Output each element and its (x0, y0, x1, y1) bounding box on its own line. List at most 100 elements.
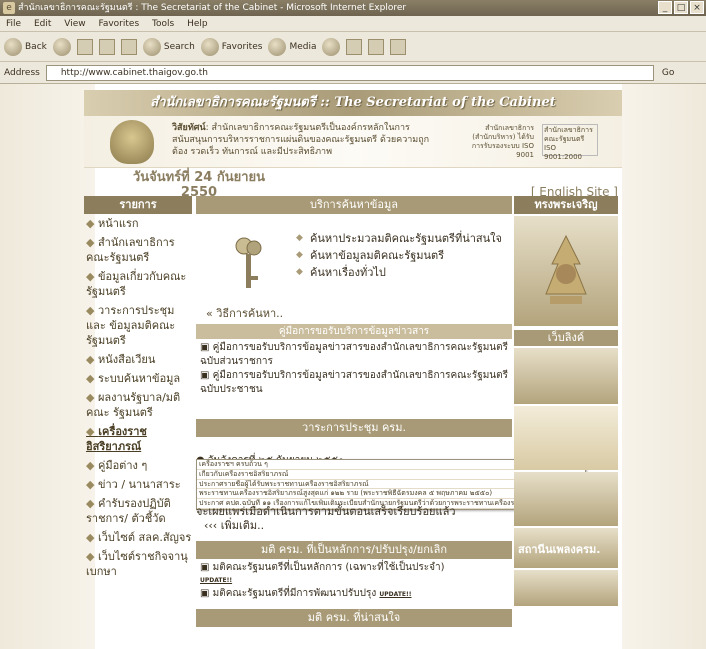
meeting-section: ● วันอังคารที่ ๒๕ กันยายน ๒๕๕๐ เครื่องรา… (196, 437, 586, 532)
interesting-resolutions-heading: มติ ครม. ที่น่าสนใจ (196, 609, 512, 627)
stop-button[interactable] (76, 38, 93, 55)
menu-view[interactable]: View (64, 19, 85, 29)
menu-edit[interactable]: Edit (34, 19, 51, 29)
emblem-icon (110, 120, 154, 164)
weblink-banner-5[interactable] (514, 570, 618, 606)
browser-toolbar: Back Search Favorites Media (0, 32, 706, 62)
search-link-general[interactable]: ค้นหาเรื่องทั่วไป (296, 264, 506, 281)
window-titlebar: e สำนักเลขาธิการคณะรัฐมนตรี : The Secret… (0, 0, 706, 16)
print-icon (368, 38, 385, 55)
long-live-king-heading: ทรงพระเจริญ (514, 196, 618, 214)
url-text: http://www.cabinet.thaigov.go.th (60, 67, 208, 78)
resolutions-list: ▣ มติคณะรัฐมนตรีที่เป็นหลักการ (เฉพาะที่… (196, 559, 512, 603)
back-button[interactable]: Back (4, 37, 47, 56)
royal-emblem-image (514, 216, 618, 326)
ie-icon: e (3, 2, 15, 14)
menu-file[interactable]: File (6, 19, 21, 29)
window-buttons: _ □ × (658, 1, 704, 14)
left-navigation: รายการ ◆ หน้าแรก ◆ สำนักเลขาธิการคณะรัฐม… (84, 196, 192, 581)
address-label: Address (4, 67, 40, 78)
mail-icon (346, 38, 363, 55)
center-column: บริการค้นหาข้อมูล ค้นหาประมวลมติคณะรัฐมน… (196, 196, 586, 627)
search-links: ค้นหาประมวลมติคณะรัฐมนตรีที่น่าสนใจ ค้นห… (296, 230, 506, 281)
right-decoration (622, 84, 706, 649)
page-viewport: สำนักเลขาธิการคณะรัฐมนตรี :: The Secreta… (0, 84, 706, 649)
print-button[interactable] (368, 38, 385, 55)
mail-button[interactable] (346, 38, 363, 55)
search-button[interactable]: Search (142, 37, 195, 56)
media-button[interactable]: Media (268, 37, 317, 56)
vision-text: วิสัยทัศน์: สำนักเลขาธิการคณะรัฐมนตรีเป็… (172, 122, 432, 158)
page-content: สำนักเลขาธิการคณะรัฐมนตรี :: The Secreta… (84, 90, 622, 202)
favorites-button[interactable]: Favorites (200, 37, 263, 56)
menu-help[interactable]: Help (187, 19, 208, 29)
favorites-label: Favorites (221, 41, 263, 52)
vision-body: : สำนักเลขาธิการคณะรัฐมนตรีเป็นองค์กรหลั… (172, 123, 430, 157)
refresh-button[interactable] (98, 38, 115, 55)
nav-item-government-work[interactable]: ◆ ผลงานรัฐบาล/มติคณะ รัฐมนตรี (84, 388, 192, 422)
search-icon (142, 37, 161, 56)
minimize-button[interactable]: _ (658, 1, 672, 14)
nav-item-circulars[interactable]: ◆ หนังสือเวียน (84, 350, 192, 369)
weblink-banner-4[interactable]: สถานีนเพลงครม. (514, 528, 618, 568)
nav-item-royal-decorations[interactable]: ◆ เครื่องราชอิสริยาภรณ์ (84, 422, 192, 456)
refresh-icon (98, 38, 115, 55)
royal-emblem-icon (545, 234, 587, 304)
nav-item-cabinet-info[interactable]: ◆ ข้อมูลเกี่ยวกับคณะรัฐมนตรี (84, 267, 192, 301)
meeting-heading: วาระการประชุม ครม. (196, 419, 512, 437)
home-button[interactable] (120, 38, 137, 55)
star-icon (200, 37, 219, 56)
edit-button[interactable] (390, 38, 407, 55)
weblink-banner-3[interactable] (514, 472, 618, 526)
forward-arrow-icon (52, 37, 71, 56)
history-icon (322, 37, 341, 56)
weblink-heading: เว็บลิงค์ (514, 330, 618, 346)
history-button[interactable] (322, 37, 341, 56)
update-badge: UPDATE!! (379, 591, 412, 598)
guide-item-agency[interactable]: ▣ คู่มือการขอรับบริการข้อมูลข่าวสารของสำ… (200, 341, 508, 369)
nav-item-indicators[interactable]: ◆ คำรับรองปฏิบัติราชการ/ ตัวชี้วัด (84, 494, 192, 528)
service-heading: บริการค้นหาข้อมูล (196, 196, 512, 214)
left-decoration (0, 84, 95, 649)
search-services: ค้นหาประมวลมติคณะรัฐมนตรีที่น่าสนใจ ค้นห… (196, 214, 512, 324)
media-label: Media (289, 41, 317, 52)
home-icon (120, 38, 137, 55)
vision-label: วิสัยทัศน์ (172, 123, 206, 133)
nav-item-agenda[interactable]: ◆ วาระการประชุมและ ข้อมูลมติคณะรัฐมนตรี (84, 301, 192, 350)
nav-item-home[interactable]: ◆ หน้าแรก (84, 214, 192, 233)
nav-item-secretariat[interactable]: ◆ สำนักเลขาธิการคณะรัฐมนตรี (84, 233, 192, 267)
banner-label: สถานีนเพลงครม. (518, 543, 601, 556)
edit-icon (390, 38, 407, 55)
nav-item-mobile-site[interactable]: ◆ เว็บไซต์ สลค.สัญจร (84, 528, 192, 547)
resolutions-heading: มติ ครม. ที่เป็นหลักการ/ปรับปรุง/ยกเลิก (196, 541, 512, 559)
maximize-button[interactable]: □ (674, 1, 688, 14)
close-button[interactable]: × (690, 1, 704, 14)
search-link-resolutions[interactable]: ค้นหาข้อมูลมติคณะรัฐมนตรี (296, 247, 506, 264)
window-title: สำนักเลขาธิการคณะรัฐมนตรี : The Secretar… (18, 3, 407, 13)
resolution-item-improved[interactable]: ▣ มติคณะรัฐมนตรีที่มีการพัฒนาปรับปรุง UP… (200, 587, 508, 601)
nav-item-news[interactable]: ◆ ข่าว / นานาสาระ (84, 475, 192, 494)
menu-tools[interactable]: Tools (152, 19, 174, 29)
nav-item-gazette[interactable]: ◆ เว็บไซต์ราชกิจจานุเบกษา (84, 547, 192, 581)
more-link[interactable]: ‹‹‹ เพิ่มเติม.. (196, 519, 512, 533)
menu-bar: File Edit View Favorites Tools Help (0, 16, 706, 32)
nav-item-search-system[interactable]: ◆ ระบบค้นหาข้อมูล (84, 369, 192, 388)
forward-button[interactable] (52, 37, 71, 56)
right-column: ทรงพระเจริญ เว็บลิงค์ สถานีนเพลงครม. (514, 196, 618, 608)
menu-favorites[interactable]: Favorites (98, 19, 139, 29)
go-button[interactable]: Go (662, 68, 674, 78)
weblink-banner-1[interactable] (514, 348, 618, 404)
resolution-item-principle[interactable]: ▣ มติคณะรัฐมนตรีที่เป็นหลักการ (เฉพาะที่… (200, 561, 508, 574)
guide-list: ▣ คู่มือการขอรับบริการข้อมูลข่าวสารของสำ… (196, 339, 512, 419)
weblink-banner-2[interactable] (514, 406, 618, 470)
how-to-search-link[interactable]: « วิธีการค้นหา.. (206, 304, 283, 322)
back-label: Back (25, 41, 47, 52)
guide-item-public[interactable]: ▣ คู่มือการขอรับบริการข้อมูลข่าวสารของสำ… (200, 369, 508, 397)
nav-item-manuals[interactable]: ◆ คู่มือต่าง ๆ (84, 456, 192, 475)
search-link-resolutions-compilation[interactable]: ค้นหาประมวลมติคณะรัฐมนตรีที่น่าสนใจ (296, 230, 506, 247)
iso-text: สำนักเลขาธิการ (สำนักบริหาร) ได้รับการรั… (471, 124, 534, 159)
address-input[interactable]: http://www.cabinet.thaigov.go.th (45, 64, 654, 81)
nav-heading: รายการ (84, 196, 192, 214)
guide-heading: คู่มือการขอรับบริการข้อมูลข่าวสาร (196, 324, 512, 339)
stop-icon (76, 38, 93, 55)
